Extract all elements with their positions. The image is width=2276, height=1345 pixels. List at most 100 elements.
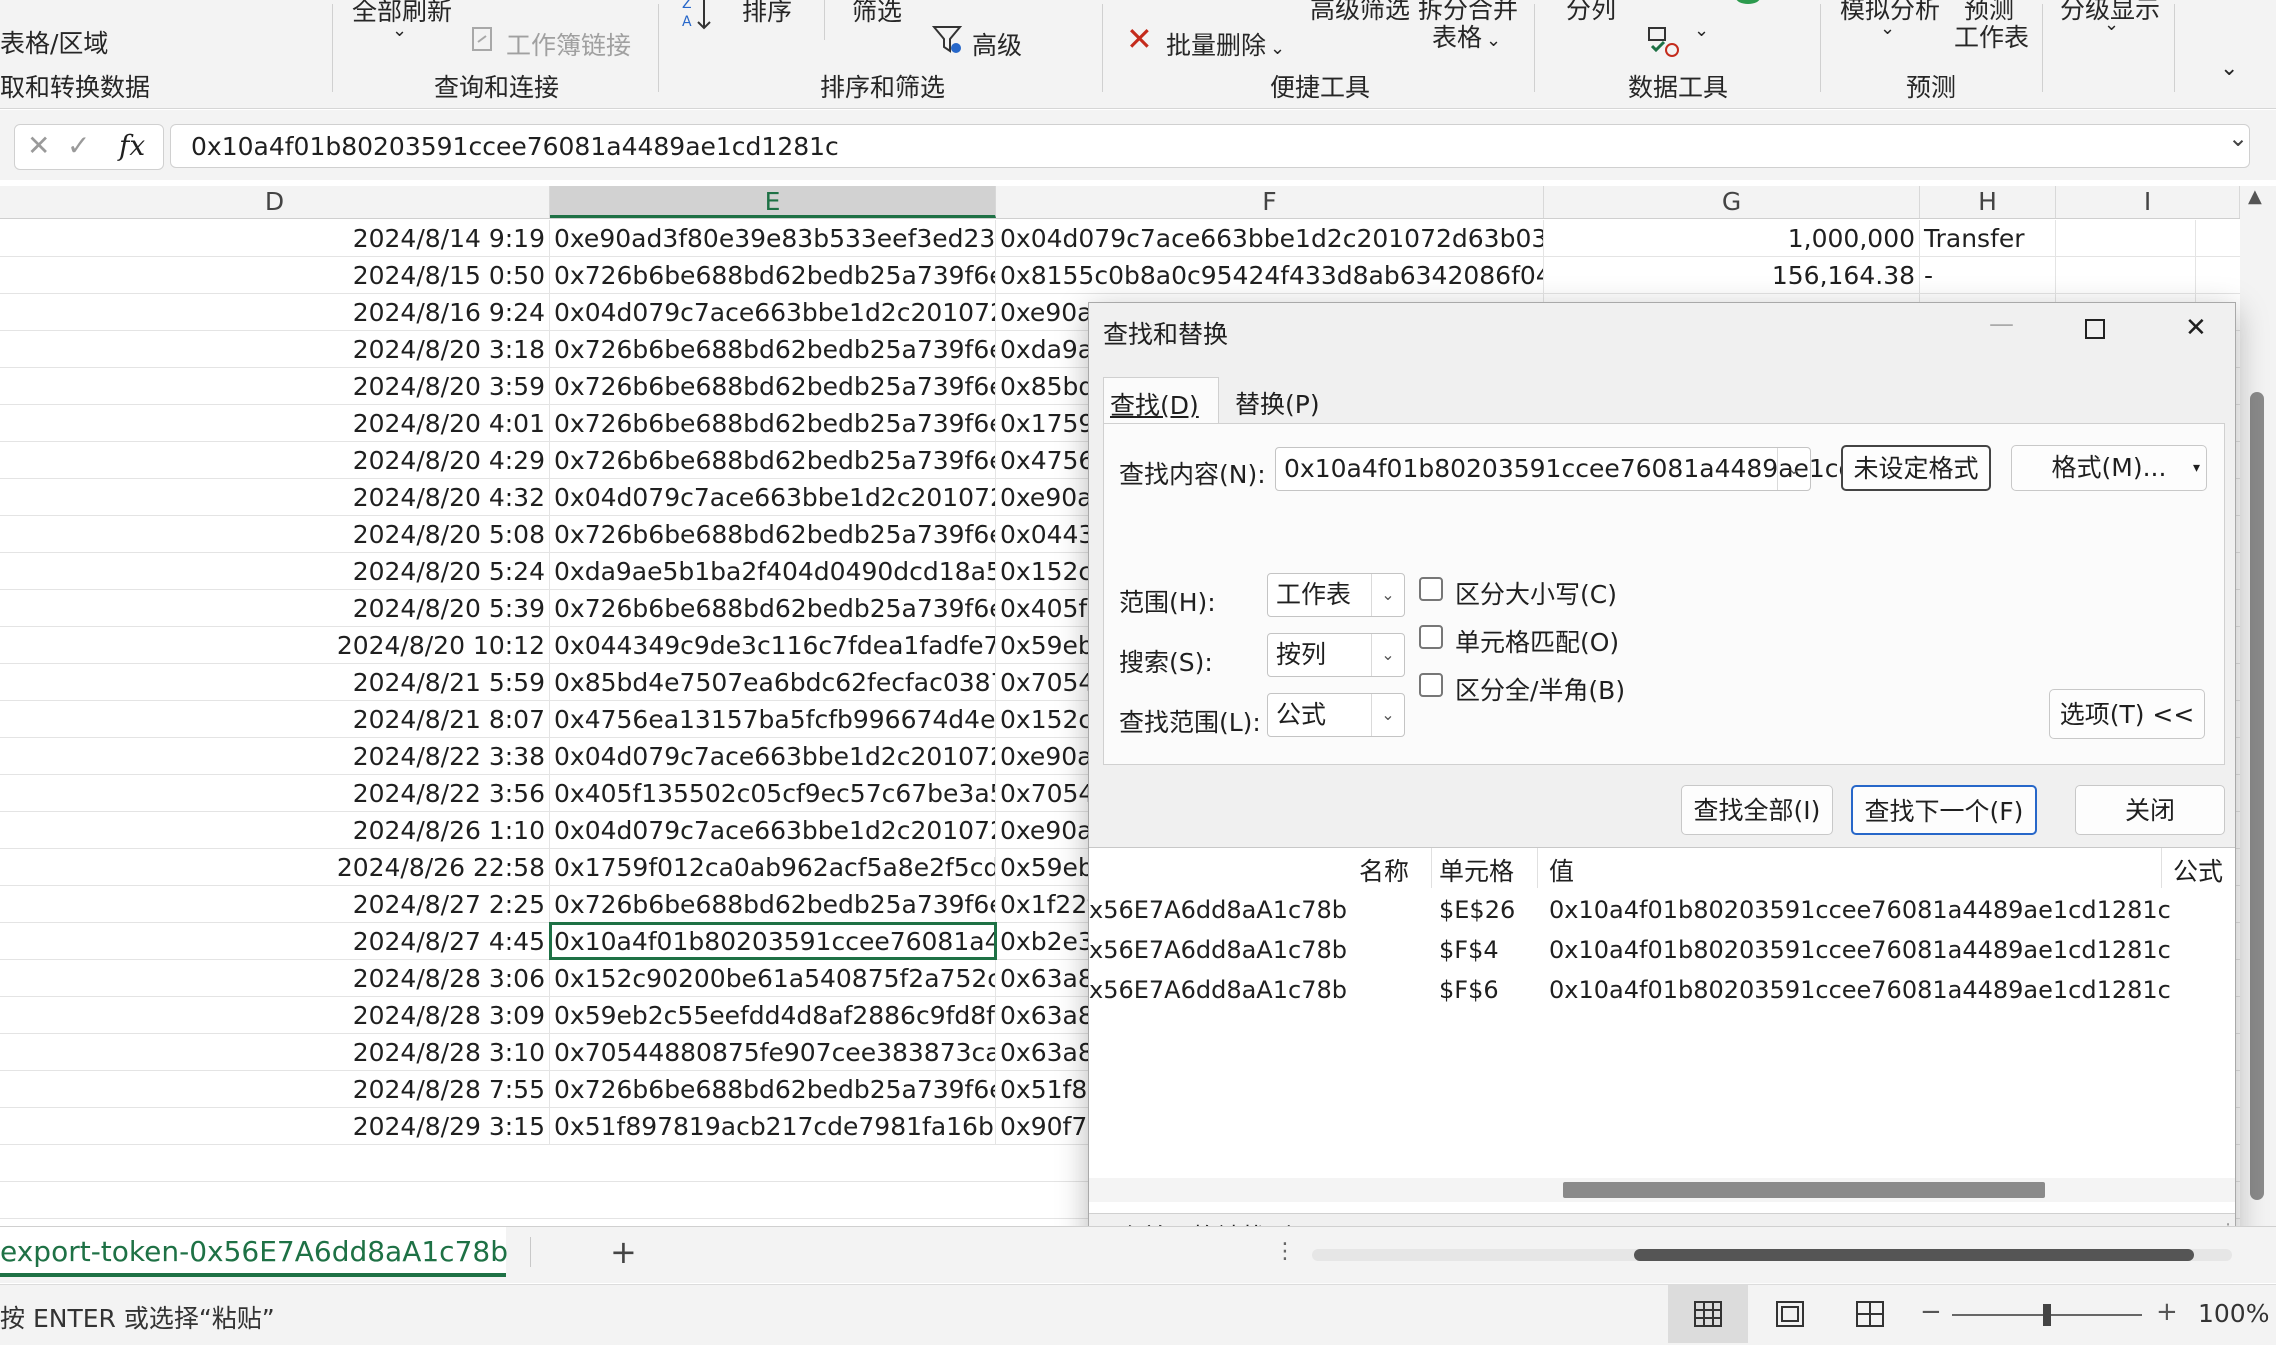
cell-d[interactable]: 2024/8/26 22:58 bbox=[0, 849, 550, 885]
cell-e[interactable]: 0x4756ea13157ba5fcfb996674d4ea bbox=[550, 701, 996, 737]
zoom-in-button[interactable]: + bbox=[2156, 1297, 2178, 1327]
column-header-h[interactable]: H bbox=[1920, 186, 2056, 218]
cell-e[interactable]: 0x726b6be688bd62bedb25a739f6e bbox=[550, 368, 996, 404]
cell-d[interactable]: 2024/8/28 7:55 bbox=[0, 1071, 550, 1107]
scroll-thumb[interactable] bbox=[1563, 1182, 2045, 1198]
close-button[interactable]: 关闭 bbox=[2075, 785, 2225, 835]
cell-g[interactable]: 1,000,000 bbox=[1544, 220, 1920, 256]
cell-d[interactable]: 2024/8/20 4:32 bbox=[0, 479, 550, 515]
cell-d[interactable]: 2024/8/20 5:39 bbox=[0, 590, 550, 626]
cell-d[interactable]: 2024/8/20 4:29 bbox=[0, 442, 550, 478]
chevron-down-icon[interactable]: ⌄ bbox=[1777, 448, 1810, 490]
cell-e[interactable]: 0x04d079c7ace663bbe1d2c201072d bbox=[550, 812, 996, 848]
advanced-filter-button[interactable]: 高级筛选 bbox=[1310, 0, 1410, 26]
cell-d[interactable]: 2024/8/29 3:15 bbox=[0, 1108, 550, 1144]
results-header-name[interactable]: 名称 bbox=[1359, 852, 1409, 888]
cell-e[interactable]: 0x726b6be688bd62bedb25a739f6e bbox=[550, 257, 996, 293]
results-header-value[interactable]: 值 bbox=[1549, 852, 1574, 888]
cell-e[interactable]: 0x726b6be688bd62bedb25a739f6e bbox=[550, 405, 996, 441]
normal-view-button[interactable] bbox=[1668, 1285, 1748, 1343]
find-all-button[interactable]: 查找全部(I) bbox=[1681, 785, 1833, 835]
page-layout-icon[interactable] bbox=[1776, 1301, 1804, 1327]
cell-h[interactable]: Transfer bbox=[1920, 220, 2056, 256]
page-break-icon[interactable] bbox=[1856, 1301, 1884, 1327]
cell-f[interactable]: 0x8155c0b8a0c95424f433d8ab6342086f043 bbox=[996, 257, 1544, 293]
cell-d[interactable]: 2024/8/22 3:56 bbox=[0, 775, 550, 811]
cell-d[interactable]: 2024/8/15 0:50 bbox=[0, 257, 550, 293]
chevron-down-icon[interactable]: ⌄ bbox=[1880, 18, 1895, 39]
minimize-icon[interactable]: — bbox=[1989, 309, 2014, 338]
text-to-columns-button[interactable]: 分列 bbox=[1566, 0, 1616, 26]
scroll-up-icon[interactable]: ▲ bbox=[2248, 186, 2262, 207]
cell-e[interactable]: 0x044349c9de3c116c7fdea1fadfe75 bbox=[550, 627, 996, 663]
scroll-thumb[interactable] bbox=[1634, 1249, 2194, 1261]
scope-select[interactable]: 工作表 ⌄ bbox=[1267, 573, 1405, 617]
data-validation-icon[interactable] bbox=[1646, 22, 1682, 58]
cell-i[interactable] bbox=[2056, 220, 2196, 256]
enter-check-icon[interactable]: ✓ bbox=[67, 129, 90, 162]
cell-i[interactable] bbox=[2056, 257, 2196, 293]
expand-formula-icon[interactable]: ⌄ bbox=[2228, 124, 2248, 152]
results-header-formula[interactable]: 公式 bbox=[2173, 852, 2223, 888]
cell-d[interactable]: 2024/8/21 8:07 bbox=[0, 701, 550, 737]
zoom-level[interactable]: 100% bbox=[2198, 1299, 2269, 1328]
cell-d[interactable]: 2024/8/20 5:08 bbox=[0, 516, 550, 552]
chevron-down-icon[interactable]: ⌄ bbox=[1694, 20, 1709, 41]
search-order-select[interactable]: 按列 ⌄ bbox=[1267, 633, 1405, 677]
cell-d[interactable]: 2024/8/16 9:24 bbox=[0, 294, 550, 330]
more-options-icon[interactable]: ⋮ bbox=[1274, 1239, 1296, 1264]
cell-d[interactable]: 2024/8/22 3:38 bbox=[0, 738, 550, 774]
cell-e[interactable]: 0x10a4f01b80203591ccee76081a44 bbox=[549, 922, 997, 960]
batch-delete-button[interactable]: 批量删除 ⌄ bbox=[1166, 26, 1285, 62]
cell-e[interactable]: 0x04d079c7ace663bbe1d2c201072d bbox=[550, 294, 996, 330]
result-row[interactable]: x56E7A6dd8aA1c78b $F$6 0x10a4f01b8020359… bbox=[1089, 972, 2235, 1012]
cell-d[interactable]: 2024/8/26 1:10 bbox=[0, 812, 550, 848]
cell-e[interactable]: 0x152c90200be61a540875f2a752c3 bbox=[550, 960, 996, 996]
results-list[interactable]: 名称 单元格 值 公式 x56E7A6dd8aA1c78b $E$26 0x10… bbox=[1089, 847, 2235, 1214]
cell-d[interactable]: 2024/8/27 4:45 bbox=[0, 923, 550, 959]
cell-d[interactable]: 2024/8/27 2:25 bbox=[0, 886, 550, 922]
table-range-button[interactable]: 表格/区域 bbox=[0, 24, 108, 60]
sort-za-icon[interactable]: Z A bbox=[680, 0, 716, 38]
cell-e[interactable]: 0x726b6be688bd62bedb25a739f6e bbox=[550, 442, 996, 478]
workbook-links-button[interactable]: 工作簿链接 bbox=[506, 26, 631, 62]
add-sheet-button[interactable]: + bbox=[610, 1233, 637, 1271]
cell-h[interactable]: - bbox=[1920, 257, 2056, 293]
zoom-slider-thumb[interactable] bbox=[2043, 1304, 2051, 1326]
cell-e[interactable]: 0x405f135502c05cf9ec57c67be3a5c bbox=[550, 775, 996, 811]
cell-d[interactable]: 2024/8/28 3:10 bbox=[0, 1034, 550, 1070]
zoom-out-button[interactable]: − bbox=[1920, 1297, 1942, 1327]
formula-input[interactable]: 0x10a4f01b80203591ccee76081a4489ae1cd128… bbox=[170, 124, 2250, 168]
vertical-scrollbar[interactable]: ▲ bbox=[2240, 186, 2276, 1226]
cell-e[interactable]: 0xe90ad3f80e39e83b533eef3ed23c bbox=[550, 220, 996, 256]
results-header-cell[interactable]: 单元格 bbox=[1439, 852, 1514, 888]
cell-e[interactable]: 0x726b6be688bd62bedb25a739f6e bbox=[550, 516, 996, 552]
cell-d[interactable]: 2024/8/20 3:59 bbox=[0, 368, 550, 404]
sheet-tab-active[interactable]: export-token-0x56E7A6dd8aA1c78b bbox=[0, 1227, 508, 1277]
split-merge-button-line2[interactable]: 表格 ⌄ bbox=[1432, 18, 1501, 54]
insert-function-icon[interactable]: fx bbox=[119, 129, 145, 162]
chevron-down-icon[interactable]: ⌄ bbox=[392, 20, 407, 41]
cell-d[interactable]: 2024/8/20 4:01 bbox=[0, 405, 550, 441]
sort-button[interactable]: 排序 bbox=[742, 0, 792, 28]
options-button[interactable]: 选项(T) << bbox=[2049, 689, 2205, 739]
cancel-icon[interactable]: ✕ bbox=[27, 129, 50, 162]
forecast-sheet-button-line2[interactable]: 工作表 bbox=[1954, 18, 2029, 54]
manage-data-icon[interactable] bbox=[1734, 0, 1762, 8]
cell-e[interactable]: 0x59eb2c55eefdd4d8af2886c9fd8fc bbox=[550, 997, 996, 1033]
cell-e[interactable]: 0x726b6be688bd62bedb25a739f6e bbox=[550, 331, 996, 367]
cell-g[interactable]: 156,164.38 bbox=[1544, 257, 1920, 293]
cell-e[interactable]: 0x726b6be688bd62bedb25a739f6e bbox=[550, 1071, 996, 1107]
collapse-ribbon-icon[interactable]: ⌄ bbox=[2220, 56, 2238, 81]
cell-d[interactable]: 2024/8/20 3:18 bbox=[0, 331, 550, 367]
result-row[interactable]: x56E7A6dd8aA1c78b $F$4 0x10a4f01b8020359… bbox=[1089, 932, 2235, 972]
column-header-f[interactable]: F bbox=[996, 186, 1544, 218]
close-icon[interactable]: ✕ bbox=[2185, 313, 2207, 343]
cell-e[interactable]: 0x726b6be688bd62bedb25a739f6e bbox=[550, 590, 996, 626]
results-horizontal-scrollbar[interactable] bbox=[1089, 1178, 2235, 1202]
cell-e[interactable]: 0xda9ae5b1ba2f404d0490dcd18a5 bbox=[550, 553, 996, 589]
cell-d[interactable]: 2024/8/20 5:24 bbox=[0, 553, 550, 589]
match-width-checkbox[interactable] bbox=[1419, 673, 1443, 697]
horizontal-scrollbar[interactable] bbox=[1312, 1249, 2232, 1261]
cell-e[interactable]: 0x04d079c7ace663bbe1d2c201072d bbox=[550, 738, 996, 774]
